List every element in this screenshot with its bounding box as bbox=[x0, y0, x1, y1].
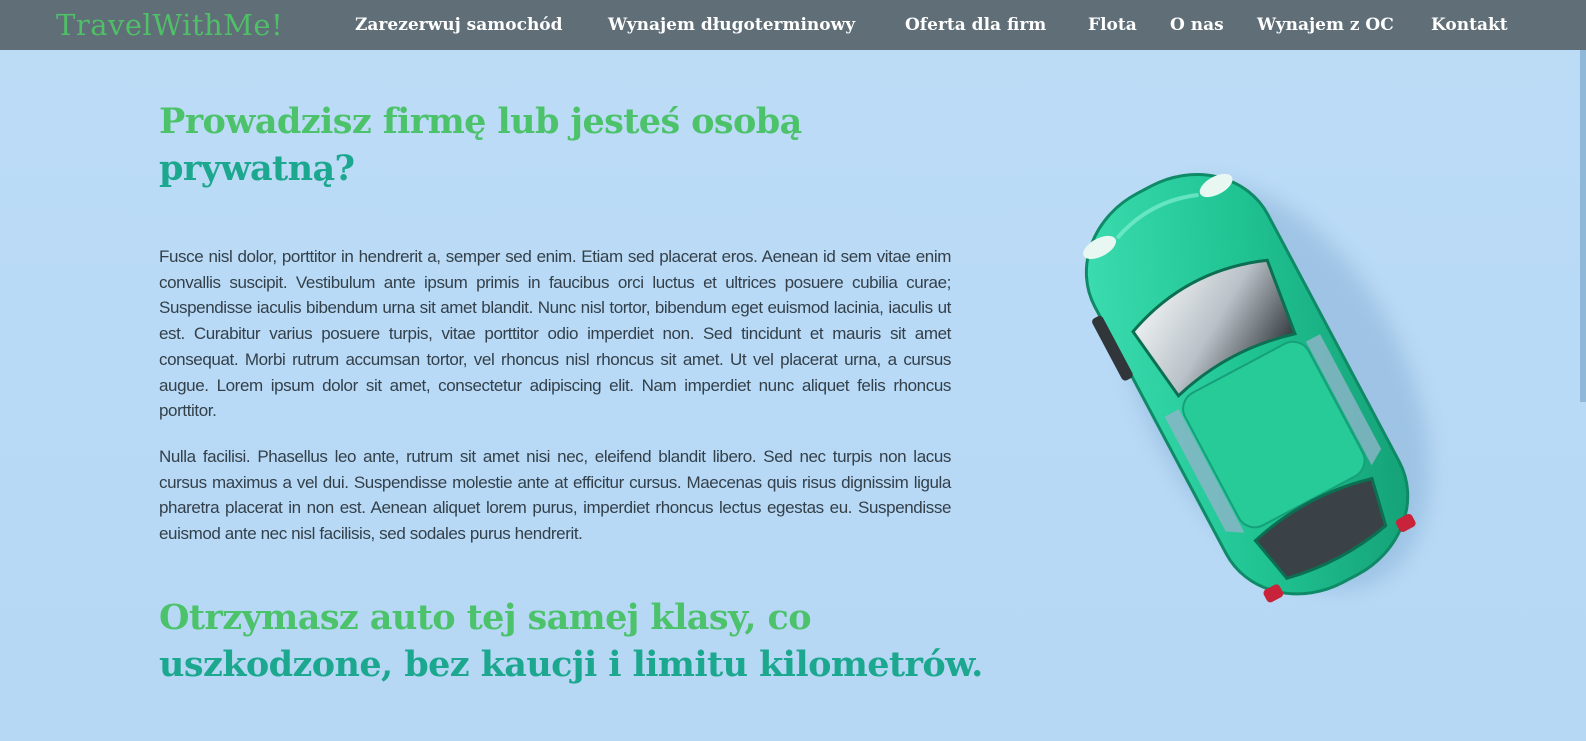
hero-paragraph-1: Fusce nisl dolor, porttitor in hendrerit… bbox=[159, 247, 951, 421]
hero-heading-line1: Prowadzisz firmę lub jesteś osobą bbox=[159, 101, 802, 142]
nav-link-contact[interactable]: Kontakt bbox=[1431, 15, 1508, 35]
nav-link-long-term-rental[interactable]: Wynajem długoterminowy bbox=[608, 15, 855, 35]
nav-link-fleet[interactable]: Flota bbox=[1088, 15, 1137, 35]
nav-link-business-offer[interactable]: Oferta dla firm bbox=[905, 15, 1046, 35]
navbar: TravelWithMe! Zarezerwuj samochód Wynaje… bbox=[0, 0, 1586, 50]
hero-heading: Prowadzisz firmę lub jesteś osobą prywat… bbox=[159, 98, 802, 192]
toy-car-image bbox=[1083, 173, 1430, 603]
hero-paragraph-2: Nulla facilisi. Phasellus leo ante, rutr… bbox=[159, 447, 951, 544]
nav-link-about[interactable]: O nas bbox=[1170, 15, 1224, 35]
page: TravelWithMe! Zarezerwuj samochód Wynaje… bbox=[0, 0, 1586, 741]
brand-logo[interactable]: TravelWithMe! bbox=[56, 8, 283, 42]
hero-subheading: Otrzymasz auto tej samej klasy, co uszko… bbox=[159, 594, 983, 688]
hero-subheading-line2: uszkodzone, bez kaucji i limitu kilometr… bbox=[159, 644, 983, 685]
scrollbar[interactable] bbox=[1580, 50, 1586, 402]
hero-subheading-line1: Otrzymasz auto tej samej klasy, co bbox=[159, 597, 812, 638]
nav-link-reserve-car[interactable]: Zarezerwuj samochód bbox=[355, 15, 563, 35]
hero-heading-line2: prywatną? bbox=[159, 148, 355, 189]
nav-link-rental-oc[interactable]: Wynajem z OC bbox=[1257, 15, 1394, 35]
